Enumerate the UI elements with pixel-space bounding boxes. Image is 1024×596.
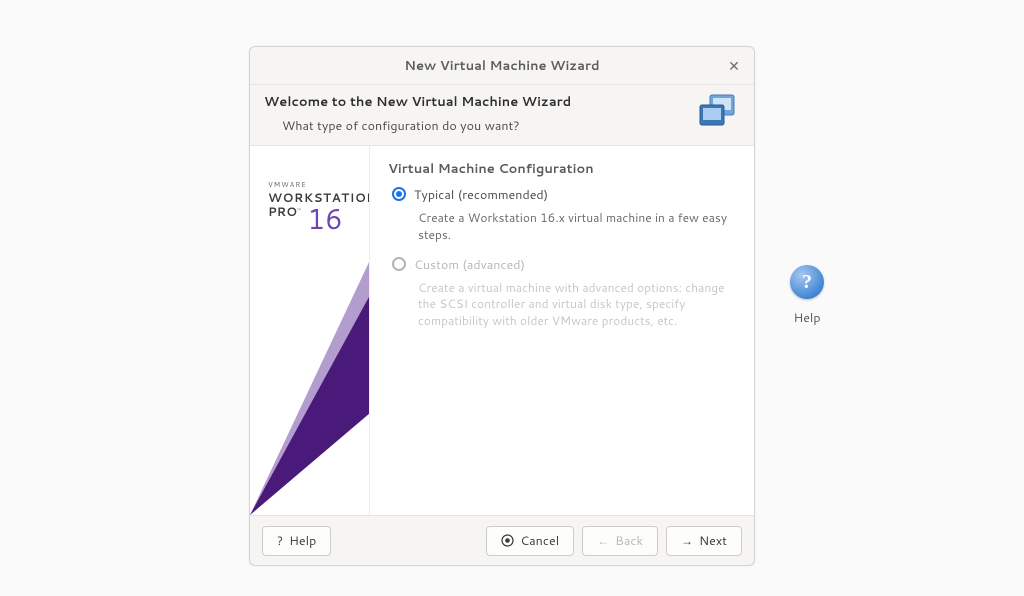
arrow-left-icon: ← (597, 532, 609, 549)
radio-typical[interactable]: Typical (recommended) (392, 186, 736, 204)
banner-decoration (250, 413, 370, 515)
question-icon: ? (277, 532, 283, 549)
welcome-subtitle: What type of configuration do you want? (264, 117, 688, 135)
next-button-label: Next (699, 532, 727, 550)
radio-custom[interactable]: Custom (advanced) (392, 256, 736, 274)
help-icon: ? (790, 265, 824, 299)
product-banner: VMWARE WORKSTATION PRO™ 16 (250, 146, 370, 515)
product-brand: VMWARE WORKSTATION PRO™ 16 (268, 182, 370, 233)
close-icon: ✕ (728, 56, 740, 76)
configuration-panel: Virtual Machine Configuration Typical (r… (370, 146, 754, 515)
help-button-label: Help (289, 532, 316, 550)
next-button[interactable]: → Next (666, 526, 742, 556)
configuration-heading: Virtual Machine Configuration (388, 160, 736, 178)
vm-icon (696, 93, 740, 133)
radio-custom-label: Custom (advanced) (414, 256, 525, 274)
help-button[interactable]: ? Help (262, 526, 331, 556)
brand-version: 16 (307, 205, 343, 233)
radio-indicator-icon (392, 257, 406, 271)
wizard-footer: ? Help Cancel ← Back → Next (250, 515, 754, 565)
back-button: ← Back (582, 526, 658, 556)
desktop-help-label: Help (793, 309, 820, 327)
header-text: Welcome to the New Virtual Machine Wizar… (264, 91, 688, 135)
radio-indicator-icon (392, 187, 406, 201)
window-title: New Virtual Machine Wizard (404, 57, 599, 75)
question-mark: ? (802, 271, 812, 294)
desktop-help-shortcut[interactable]: ? Help (777, 265, 837, 327)
radio-custom-desc: Create a virtual machine with advanced o… (392, 280, 736, 330)
close-button[interactable]: ✕ (724, 56, 744, 76)
wizard-body: VMWARE WORKSTATION PRO™ 16 Virtual Machi… (250, 146, 754, 515)
radio-typical-label: Typical (recommended) (414, 186, 548, 204)
cancel-button[interactable]: Cancel (486, 526, 574, 556)
wizard-dialog: New Virtual Machine Wizard ✕ Welcome to … (249, 46, 755, 566)
brand-tm: ™ (297, 206, 301, 215)
cancel-icon (501, 534, 514, 547)
brand-edition: PRO (268, 203, 297, 220)
welcome-title: Welcome to the New Virtual Machine Wizar… (264, 93, 688, 111)
wizard-header: Welcome to the New Virtual Machine Wizar… (250, 85, 754, 146)
titlebar: New Virtual Machine Wizard ✕ (250, 47, 754, 85)
configuration-options: Typical (recommended) Create a Workstati… (388, 186, 736, 330)
back-button-label: Back (615, 532, 643, 550)
cancel-button-label: Cancel (520, 532, 559, 550)
arrow-right-icon: → (681, 532, 693, 549)
radio-typical-desc: Create a Workstation 16.x virtual machin… (392, 210, 736, 244)
